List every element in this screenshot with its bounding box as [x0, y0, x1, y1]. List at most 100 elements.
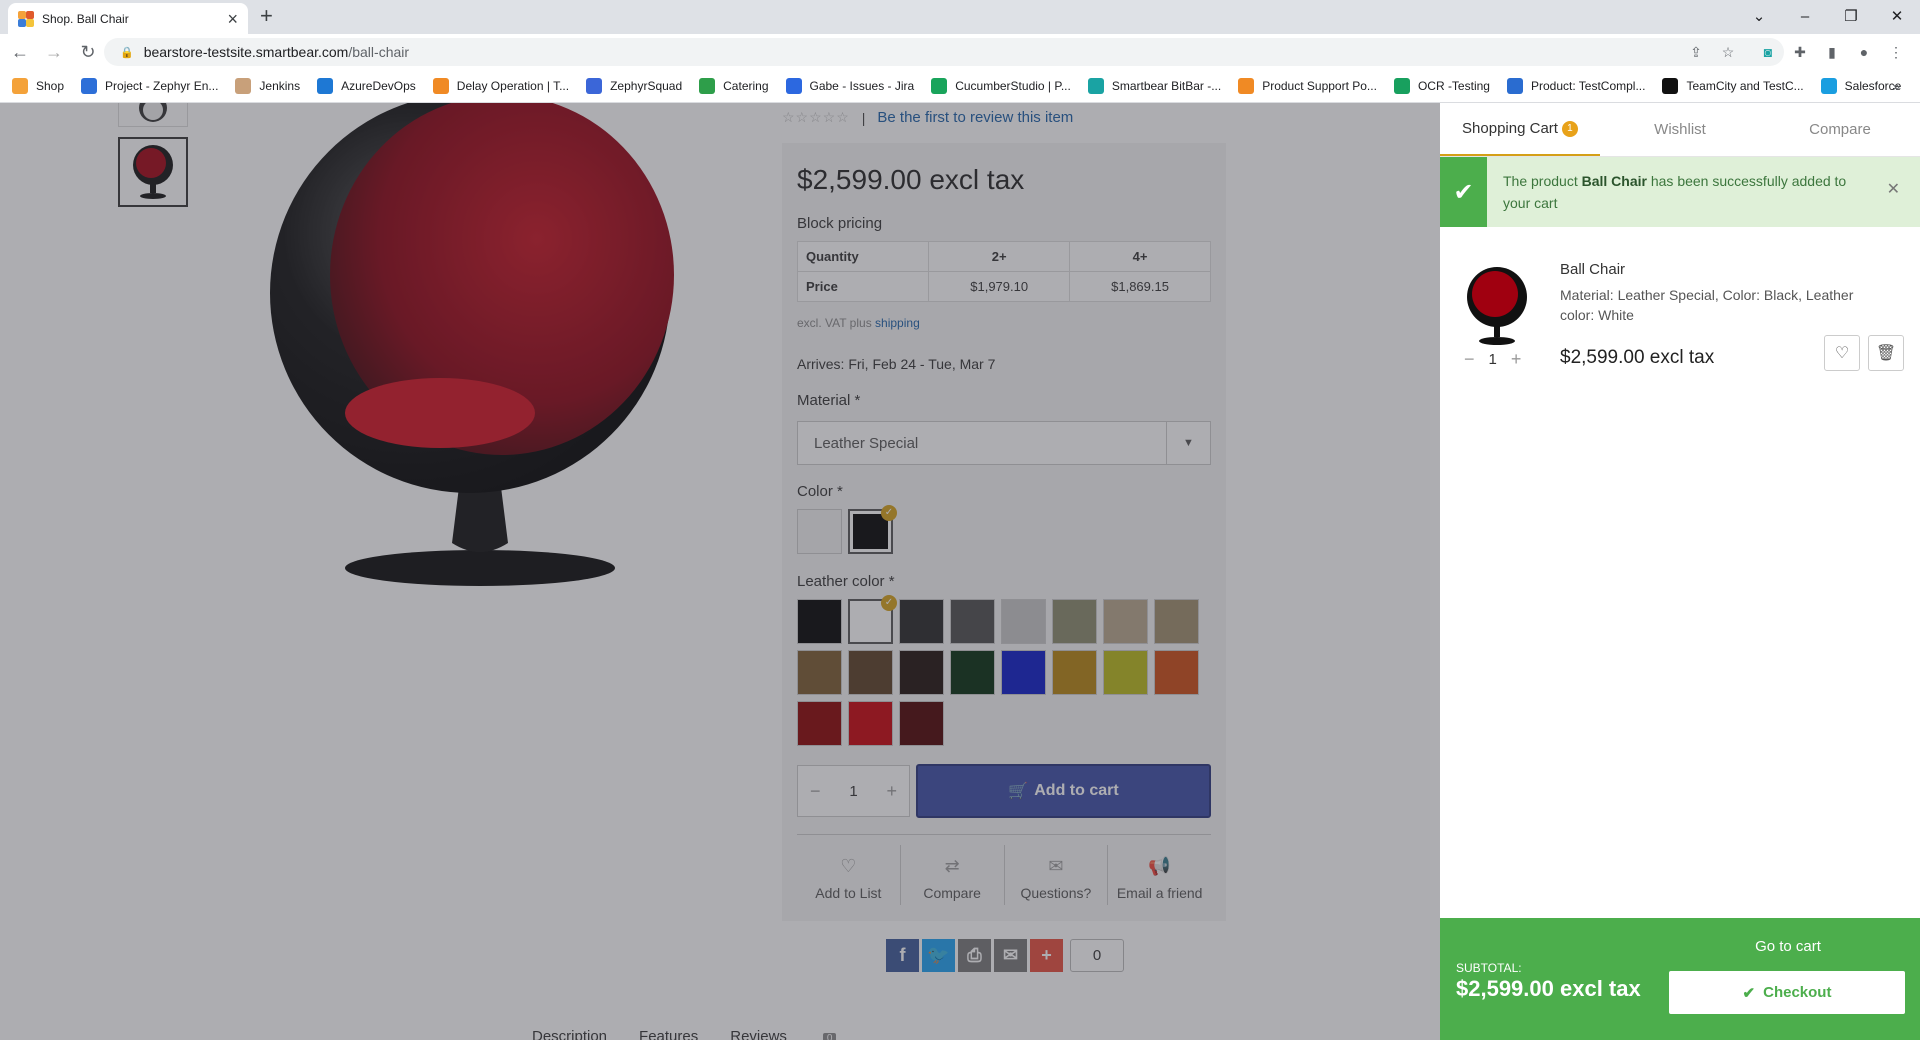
notice-product: Ball Chair [1581, 173, 1647, 189]
address-bar[interactable]: 🔒 bearstore-testsite.smartbear.com/ball-… [104, 38, 1784, 66]
tab-wishlist[interactable]: Wishlist [1600, 103, 1760, 156]
success-notice: ✔ The product Ball Chair has been succes… [1440, 157, 1920, 227]
notice-pre: The product [1503, 173, 1578, 189]
window-close-icon[interactable]: ✕ [1874, 4, 1920, 30]
bookmark-label: Project - Zephyr En... [105, 79, 219, 93]
bookmark-favicon-icon [432, 78, 449, 94]
bookmark-favicon-icon [1087, 78, 1104, 94]
page-dim-overlay[interactable] [0, 103, 1440, 1040]
bookmark-star-icon[interactable]: ☆ [1716, 40, 1740, 64]
cart-item-quantity-stepper[interactable]: − 1 + [1464, 349, 1535, 370]
bookmark-label: Product Support Po... [1262, 79, 1377, 93]
bookmark-label: Smartbear BitBar -... [1111, 79, 1222, 93]
minus-icon[interactable]: − [1464, 349, 1475, 370]
notice-text: The product Ball Chair has been successf… [1487, 170, 1857, 214]
side-panel-icon[interactable]: ▮ [1820, 40, 1844, 64]
cart-item: Ball Chair Material: Leather Special, Co… [1440, 227, 1920, 387]
url-host: bearstore-testsite.smartbear.com [143, 44, 349, 60]
bookmark-item[interactable]: Product Support Po... [1238, 78, 1377, 94]
menu-kebab-icon[interactable]: ⋮ [1884, 40, 1908, 64]
bookmark-favicon-icon [1238, 78, 1255, 94]
bookmark-item[interactable]: OCR -Testing [1393, 78, 1490, 94]
move-to-wishlist-heart-icon[interactable]: ♡ [1824, 335, 1860, 371]
bookmarks-bar: Shop Project - Zephyr En... Jenkins AzureDe… [0, 70, 1920, 103]
bookmark-item[interactable]: Project - Zephyr En... [81, 78, 218, 94]
bookmark-item[interactable]: Shop [12, 78, 64, 94]
bookmark-favicon-icon [1393, 78, 1410, 94]
cart-item-price: $2,599.00 excl tax [1560, 347, 1715, 368]
cart-item-name[interactable]: Ball Chair [1560, 261, 1625, 278]
forward-icon[interactable]: → [40, 38, 68, 66]
bookmark-favicon-icon [81, 78, 98, 94]
cart-item-qty: 1 [1488, 351, 1497, 368]
url-path: /ball-chair [348, 44, 410, 60]
bookmark-label: Catering [723, 79, 769, 93]
bookmark-item[interactable]: AzureDevOps [317, 78, 416, 94]
bookmark-item[interactable]: Jenkins [235, 78, 300, 94]
back-icon[interactable]: ← [6, 38, 34, 66]
bookmark-favicon-icon [1820, 78, 1837, 94]
bookmark-favicon-icon [931, 78, 948, 94]
tab-title: Shop. Ball Chair [42, 11, 129, 26]
bookmark-label: Product: TestCompl... [1530, 79, 1646, 93]
bookmark-label: TeamCity and TestC... [1686, 79, 1804, 93]
bookmark-label: ZephyrSquad [610, 79, 683, 93]
bookmark-item[interactable]: Product: TestCompl... [1506, 78, 1646, 94]
share-icon[interactable]: ⇪ [1684, 40, 1708, 64]
bookmark-label: OCR -Testing [1417, 79, 1490, 93]
bookmark-favicon-icon [586, 78, 603, 94]
new-tab-icon[interactable]: + [260, 5, 273, 27]
checkout-button[interactable]: ✔ Checkout [1669, 971, 1905, 1014]
bookmark-item[interactable]: Smartbear BitBar -... [1087, 78, 1222, 94]
cart-item-attributes: Material: Leather Special, Color: Black,… [1560, 287, 1854, 323]
cart-count-badge: 1 [1561, 120, 1578, 137]
tab-shopping-cart[interactable]: Shopping Cart 1 [1440, 103, 1600, 156]
bookmarks-more-icon[interactable]: » [1892, 78, 1900, 94]
bookmark-label: CucumberStudio | P... [955, 79, 1071, 93]
tab-shopping-cart-label: Shopping Cart [1462, 120, 1558, 137]
check-icon: ✔ [1742, 984, 1756, 1002]
offcanvas-cart: Shopping Cart 1 Wishlist Compare ✔ The pr… [1440, 103, 1920, 1040]
profile-avatar-icon[interactable]: ● [1852, 40, 1876, 64]
trash-icon[interactable]: 🗑 [1868, 335, 1904, 371]
bookmark-label: AzureDevOps [341, 79, 416, 93]
plus-icon[interactable]: + [1511, 349, 1522, 370]
go-to-cart-link[interactable]: Go to cart [1670, 938, 1906, 955]
bookmark-label: Gabe - Issues - Jira [809, 79, 915, 93]
close-icon[interactable]: ✕ [1887, 179, 1900, 199]
tab-search-icon[interactable]: ⌄ [1736, 4, 1782, 30]
bookmark-item[interactable]: TeamCity and TestC... [1662, 78, 1804, 94]
browser-tab[interactable]: Shop. Ball Chair × [8, 3, 248, 34]
subtotal-value: $2,599.00 excl tax [1456, 976, 1641, 1001]
cart-footer: SUBTOTAL: $2,599.00 excl tax Go to cart … [1440, 918, 1920, 1040]
bookmark-favicon-icon [12, 78, 28, 94]
bookmark-item[interactable]: CucumberStudio | P... [931, 78, 1071, 94]
puzzle-icon[interactable]: ✚ [1788, 40, 1812, 64]
cart-item-image[interactable] [1462, 263, 1532, 347]
subtotal-label: SUBTOTAL: [1456, 961, 1522, 975]
tab-compare[interactable]: Compare [1760, 103, 1920, 156]
bookmark-item[interactable]: Gabe - Issues - Jira [785, 78, 915, 94]
close-tab-icon[interactable]: × [227, 10, 238, 28]
bookmark-favicon-icon [1662, 78, 1679, 94]
checkmark-icon: ✔ [1440, 157, 1487, 227]
bookmark-favicon-icon [785, 78, 802, 94]
cart-tabs: Shopping Cart 1 Wishlist Compare [1440, 103, 1920, 157]
bookmark-item[interactable]: Delay Operation | T... [432, 78, 570, 94]
bookmark-item[interactable]: Catering [699, 78, 769, 94]
bookmark-item[interactable]: ZephyrSquad [586, 78, 682, 94]
bookmark-favicon-icon [1506, 78, 1523, 94]
restore-icon[interactable]: ❐ [1828, 4, 1874, 30]
checkout-label: Checkout [1763, 984, 1832, 1001]
bookmark-favicon-icon [699, 78, 716, 94]
reload-icon[interactable]: ↻ [74, 38, 102, 66]
bookmark-favicon-icon [317, 78, 334, 94]
bookmark-favicon-icon [235, 78, 252, 94]
bookmark-label: Shop [36, 79, 65, 93]
bookmark-item[interactable]: Salesforce [1820, 78, 1901, 94]
bookmark-label: Delay Operation | T... [456, 79, 570, 93]
minimize-icon[interactable]: – [1782, 4, 1828, 30]
shop-favicon-icon [18, 10, 34, 27]
lock-icon: 🔒 [120, 46, 134, 59]
extension-icon[interactable]: ◙ [1756, 40, 1780, 64]
